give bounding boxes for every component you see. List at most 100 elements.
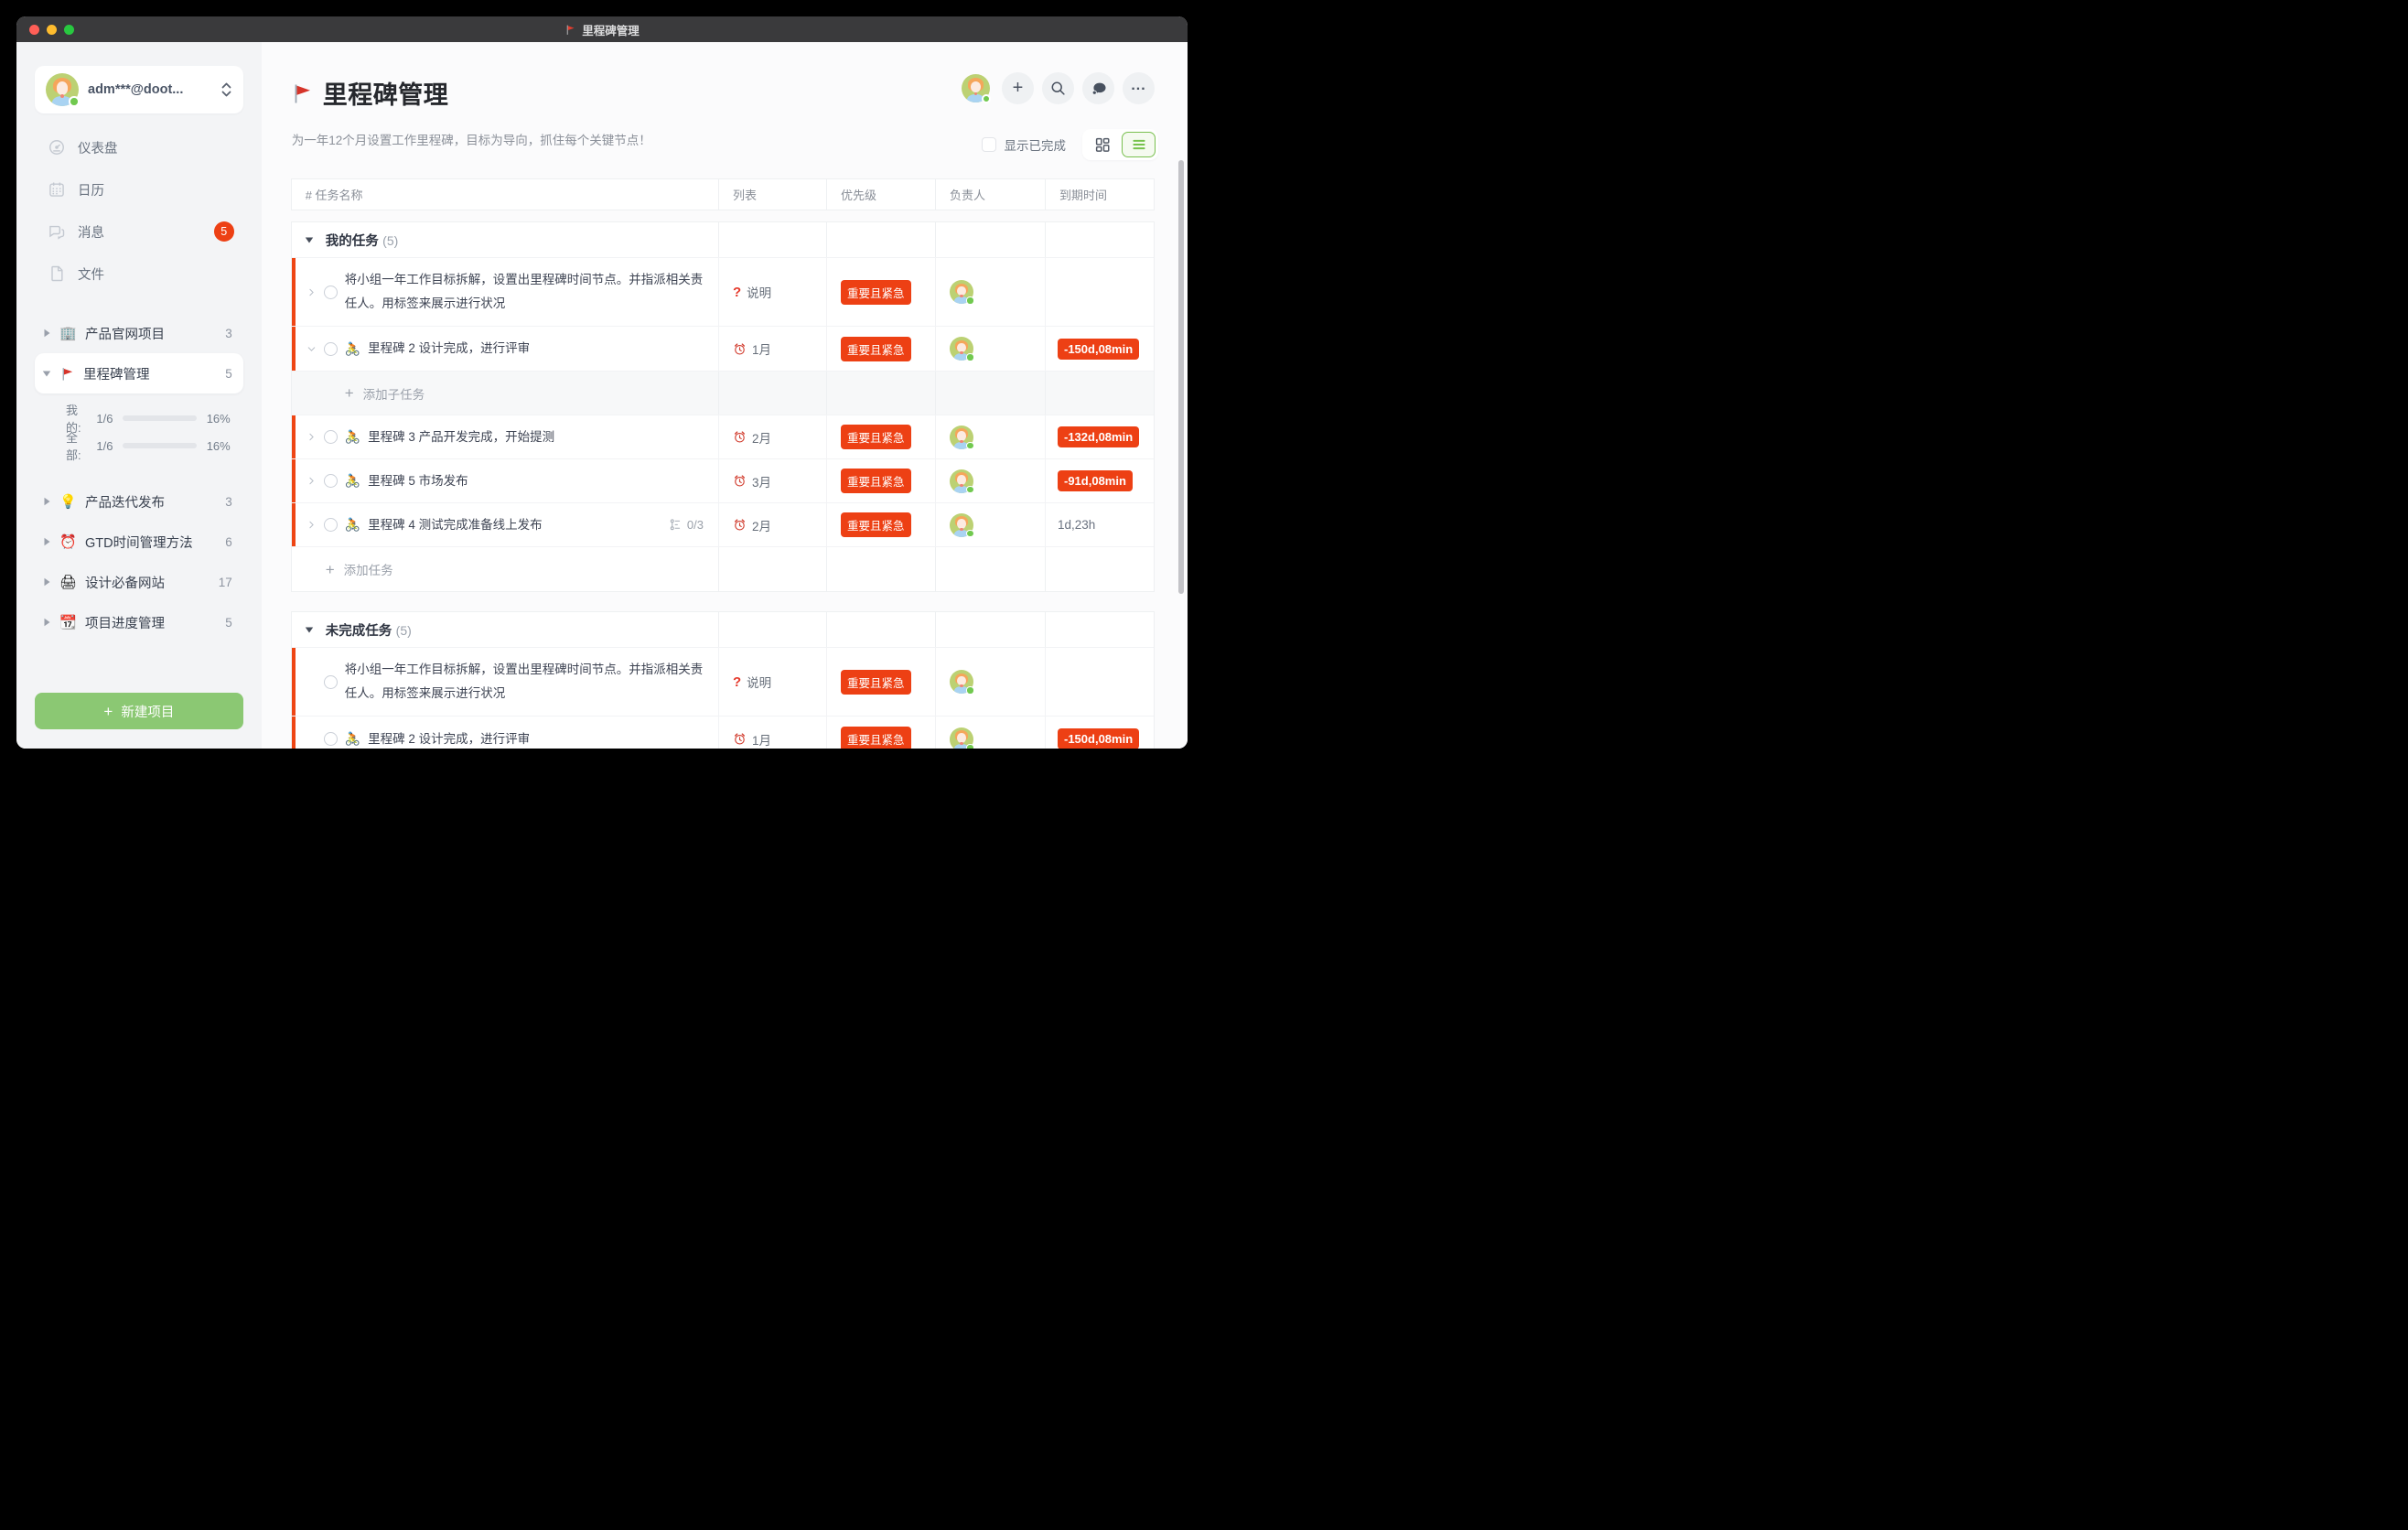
add-task-row[interactable]: +添加任务: [292, 547, 1154, 591]
task-owner-cell: [935, 415, 1045, 458]
task-complete-radio[interactable]: [324, 732, 338, 746]
file-icon: [48, 264, 66, 283]
task-owner-cell: [935, 717, 1045, 749]
zoom-window-button[interactable]: [64, 25, 74, 35]
task-title: 里程碑 4 测试完成准备线上发布: [368, 513, 543, 537]
task-complete-radio[interactable]: [324, 675, 338, 689]
minimize-window-button[interactable]: [47, 25, 57, 35]
task-row[interactable]: 🚴 里程碑 4 测试完成准备线上发布 0/3 2月 重要且紧急: [292, 503, 1154, 547]
column-header-name: # 任务名称: [292, 179, 718, 210]
sidebar-item-label: 文件: [78, 264, 104, 284]
chevron-right-icon[interactable]: [306, 287, 317, 297]
task-due-cell: 1d,23h: [1045, 503, 1154, 546]
chevron-right-icon: [42, 618, 51, 627]
task-due-cell: -150d,08min: [1045, 717, 1154, 749]
overdue-badge: -150d,08min: [1058, 728, 1139, 749]
sidebar-item-label: 消息: [78, 222, 104, 242]
project-count: 6: [225, 535, 232, 549]
alarm-clock-icon: [733, 732, 747, 746]
task-complete-radio[interactable]: [324, 518, 338, 532]
owner-avatar: [950, 469, 973, 493]
task-owner-cell: [935, 648, 1045, 716]
cyclist-icon: 🚴: [345, 473, 360, 489]
task-row[interactable]: 🚴 里程碑 5 市场发布 3月 重要且紧急 -91d,08min: [292, 459, 1154, 503]
priority-badge: 重要且紧急: [841, 337, 911, 361]
sidebar-project-milestone[interactable]: 里程碑管理 5: [35, 353, 243, 393]
sidebar-project-design-sites[interactable]: 🖨 设计必备网站 17: [35, 562, 243, 602]
sidebar-item-messages[interactable]: 消息 5: [35, 210, 243, 253]
overdue-badge: -150d,08min: [1058, 339, 1139, 360]
project-count: 3: [225, 327, 232, 340]
grid-view-button[interactable]: [1085, 132, 1119, 157]
online-status-dot: [69, 96, 80, 107]
cyclist-icon: 🚴: [345, 341, 360, 357]
alarm-clock-icon: ⏰: [59, 533, 77, 550]
add-button[interactable]: +: [1002, 72, 1034, 104]
header-actions: + ...: [962, 72, 1155, 104]
sidebar-project-schedule[interactable]: 📆 项目进度管理 5: [35, 602, 243, 642]
task-complete-radio[interactable]: [324, 342, 338, 356]
task-title: 里程碑 2 设计完成，进行评审: [368, 727, 530, 749]
task-complete-radio[interactable]: [324, 430, 338, 444]
sidebar-project-iteration[interactable]: 💡 产品迭代发布 3: [35, 481, 243, 522]
traffic-lights: [29, 16, 74, 42]
bulb-icon: 💡: [59, 493, 77, 510]
task-row[interactable]: 🚴 里程碑 3 产品开发完成，开始提测 2月 重要且紧急 -132d,08min: [292, 415, 1154, 459]
owner-avatar: [950, 337, 973, 361]
chevron-right-icon[interactable]: [306, 476, 317, 486]
task-complete-radio[interactable]: [324, 286, 338, 299]
task-title: 里程碑 2 设计完成，进行评审: [368, 337, 530, 361]
group-header[interactable]: 我的任务 (5): [292, 222, 1154, 258]
priority-badge: 重要且紧急: [841, 512, 911, 537]
add-subtask-row[interactable]: +添加子任务: [292, 372, 1154, 415]
sidebar-item-files[interactable]: 文件: [35, 253, 243, 295]
search-button[interactable]: [1042, 72, 1074, 104]
page-title-text: 里程碑管理: [323, 75, 449, 111]
view-toggle: [1082, 129, 1158, 160]
task-row[interactable]: 将小组一年工作目标拆解，设置出里程碑时间节点。并指派相关责任人。用标签来展示进行…: [292, 258, 1154, 327]
avatar[interactable]: [962, 74, 990, 102]
chevron-right-icon[interactable]: [306, 432, 317, 442]
sidebar-item-calendar[interactable]: 日历: [35, 168, 243, 210]
task-priority-cell: 重要且紧急: [826, 459, 935, 502]
chat-button[interactable]: [1082, 72, 1114, 104]
account-switcher[interactable]: adm***@doot...: [35, 66, 243, 113]
project-label: 里程碑管理: [83, 364, 150, 383]
cyclist-icon: 🚴: [345, 731, 360, 747]
chevron-right-icon[interactable]: [306, 520, 317, 530]
progress-percent: 16%: [207, 412, 231, 426]
task-row[interactable]: 🚴 里程碑 2 设计完成，进行评审 1月 重要且紧急 -150d,08min: [292, 327, 1154, 372]
task-priority-cell: 重要且紧急: [826, 717, 935, 749]
sidebar-item-dashboard[interactable]: 仪表盘: [35, 126, 243, 168]
calendar-icon: [48, 180, 66, 199]
group-header[interactable]: 未完成任务 (5): [292, 612, 1154, 648]
show-completed-checkbox[interactable]: [982, 137, 996, 152]
progress-ratio: 1/6: [96, 412, 113, 426]
overdue-badge: -91d,08min: [1058, 470, 1133, 491]
task-complete-radio[interactable]: [324, 474, 338, 488]
task-list-cell: 2月: [718, 503, 826, 546]
task-row[interactable]: 将小组一年工作目标拆解，设置出里程碑时间节点。并指派相关责任人。用标签来展示进行…: [292, 648, 1154, 717]
alarm-clock-icon: [733, 474, 747, 488]
scrollbar-thumb[interactable]: [1178, 160, 1184, 594]
cyclist-icon: 🚴: [345, 517, 360, 533]
task-group-uncompleted: 未完成任务 (5) 将小组一年工作目标拆解，设置出里程碑时间节点。并指派相关责任…: [291, 611, 1155, 749]
task-due-cell: -91d,08min: [1045, 459, 1154, 502]
table-header: # 任务名称 列表 优先级 负责人 到期时间: [291, 178, 1155, 210]
main-panel: 里程碑管理 为一年12个月设置工作里程碑，目标为导向，抓住每个关键节点！ + .…: [262, 42, 1188, 749]
owner-avatar: [950, 513, 973, 537]
sidebar-project-gtd[interactable]: ⏰ GTD时间管理方法 6: [35, 522, 243, 562]
more-button[interactable]: ...: [1123, 72, 1155, 104]
list-view-button[interactable]: [1122, 132, 1156, 157]
task-row[interactable]: 🚴 里程碑 2 设计完成，进行评审 1月 重要且紧急 -150d,08min: [292, 717, 1154, 749]
project-count: 3: [225, 495, 232, 509]
new-project-button[interactable]: + 新建项目: [35, 693, 243, 729]
sidebar-item-label: 日历: [78, 180, 104, 199]
close-window-button[interactable]: [29, 25, 39, 35]
sidebar-project-product-site[interactable]: 🏢 产品官网项目 3: [35, 313, 243, 353]
unread-count-badge: 5: [214, 221, 234, 242]
task-owner-cell: [935, 503, 1045, 546]
task-priority-cell: 重要且紧急: [826, 648, 935, 716]
tearoff-calendar-icon: 📆: [59, 614, 77, 630]
chevron-down-icon[interactable]: [306, 344, 317, 354]
